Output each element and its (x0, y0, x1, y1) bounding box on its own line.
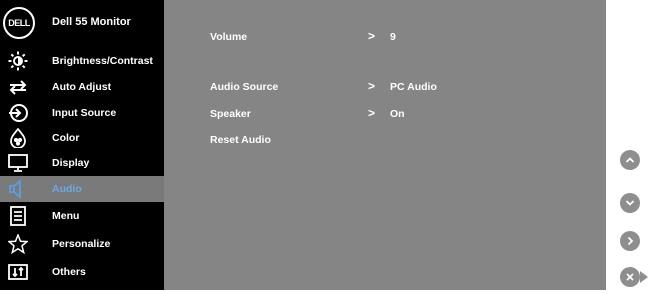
down-button[interactable] (620, 193, 640, 213)
personalize-icon (7, 232, 29, 255)
auto-adjust-icon (8, 77, 28, 97)
sidebar-item-brightness-contrast[interactable]: Brightness/Contrast (0, 48, 164, 74)
sidebar-item-others[interactable]: Others (0, 259, 164, 285)
menu-icon (8, 206, 28, 226)
chevron-up-icon (625, 157, 635, 163)
header: DELL Dell 55 Monitor (0, 0, 164, 46)
up-button[interactable] (620, 150, 640, 170)
chevron-right-icon: > (368, 79, 376, 93)
reset-audio-item[interactable]: Reset Audio (210, 134, 271, 146)
sidebar-item-label: Audio (52, 183, 82, 195)
sidebar: DELL Dell 55 Monitor Brightness/Contrast (0, 0, 164, 290)
sidebar-item-menu[interactable]: Menu (0, 203, 164, 229)
input-source-icon (8, 103, 28, 123)
close-icon (626, 273, 634, 281)
sidebar-item-label: Auto Adjust (52, 81, 112, 93)
dell-logo: DELL (3, 7, 35, 39)
sidebar-item-personalize[interactable]: Personalize (0, 231, 164, 257)
sidebar-item-display[interactable]: Display (0, 150, 164, 176)
sidebar-item-label: Others (52, 266, 86, 278)
osd-menu: DELL Dell 55 Monitor Brightness/Contrast (0, 0, 606, 290)
sidebar-item-audio[interactable]: Audio (0, 176, 164, 202)
sidebar-item-label: Display (52, 157, 90, 169)
display-icon (8, 153, 28, 173)
sidebar-item-input-source[interactable]: Input Source (0, 100, 164, 126)
model-title: Dell 55 Monitor (52, 16, 131, 28)
sidebar-item-label: Personalize (52, 238, 111, 250)
brightness-icon (8, 51, 28, 71)
sidebar-item-auto-adjust[interactable]: Auto Adjust (0, 74, 164, 100)
sidebar-item-label: Brightness/Contrast (52, 55, 153, 67)
right-button[interactable] (620, 231, 640, 251)
sidebar-item-color[interactable]: Color (0, 125, 164, 151)
audio-icon (8, 179, 28, 199)
audio-source-label[interactable]: Audio Source (210, 81, 278, 93)
close-button[interactable] (620, 267, 640, 287)
chevron-right-icon: > (368, 29, 376, 43)
chevron-right-icon: > (368, 106, 376, 120)
speaker-value[interactable]: On (390, 108, 405, 120)
close-pointer-arrow-icon (640, 271, 648, 283)
color-icon (8, 127, 28, 149)
sidebar-item-label: Menu (52, 210, 80, 222)
sidebar-item-label: Input Source (52, 107, 117, 119)
audio-source-value[interactable]: PC Audio (390, 81, 437, 93)
chevron-down-icon (625, 200, 635, 206)
volume-value[interactable]: 9 (390, 31, 396, 43)
others-icon (8, 262, 28, 282)
chevron-right-icon (627, 236, 634, 246)
sidebar-item-label: Color (52, 132, 80, 144)
volume-label[interactable]: Volume (210, 31, 247, 43)
audio-panel: Volume > 9 Audio Source > PC Audio Speak… (164, 0, 606, 290)
speaker-label[interactable]: Speaker (210, 108, 251, 120)
